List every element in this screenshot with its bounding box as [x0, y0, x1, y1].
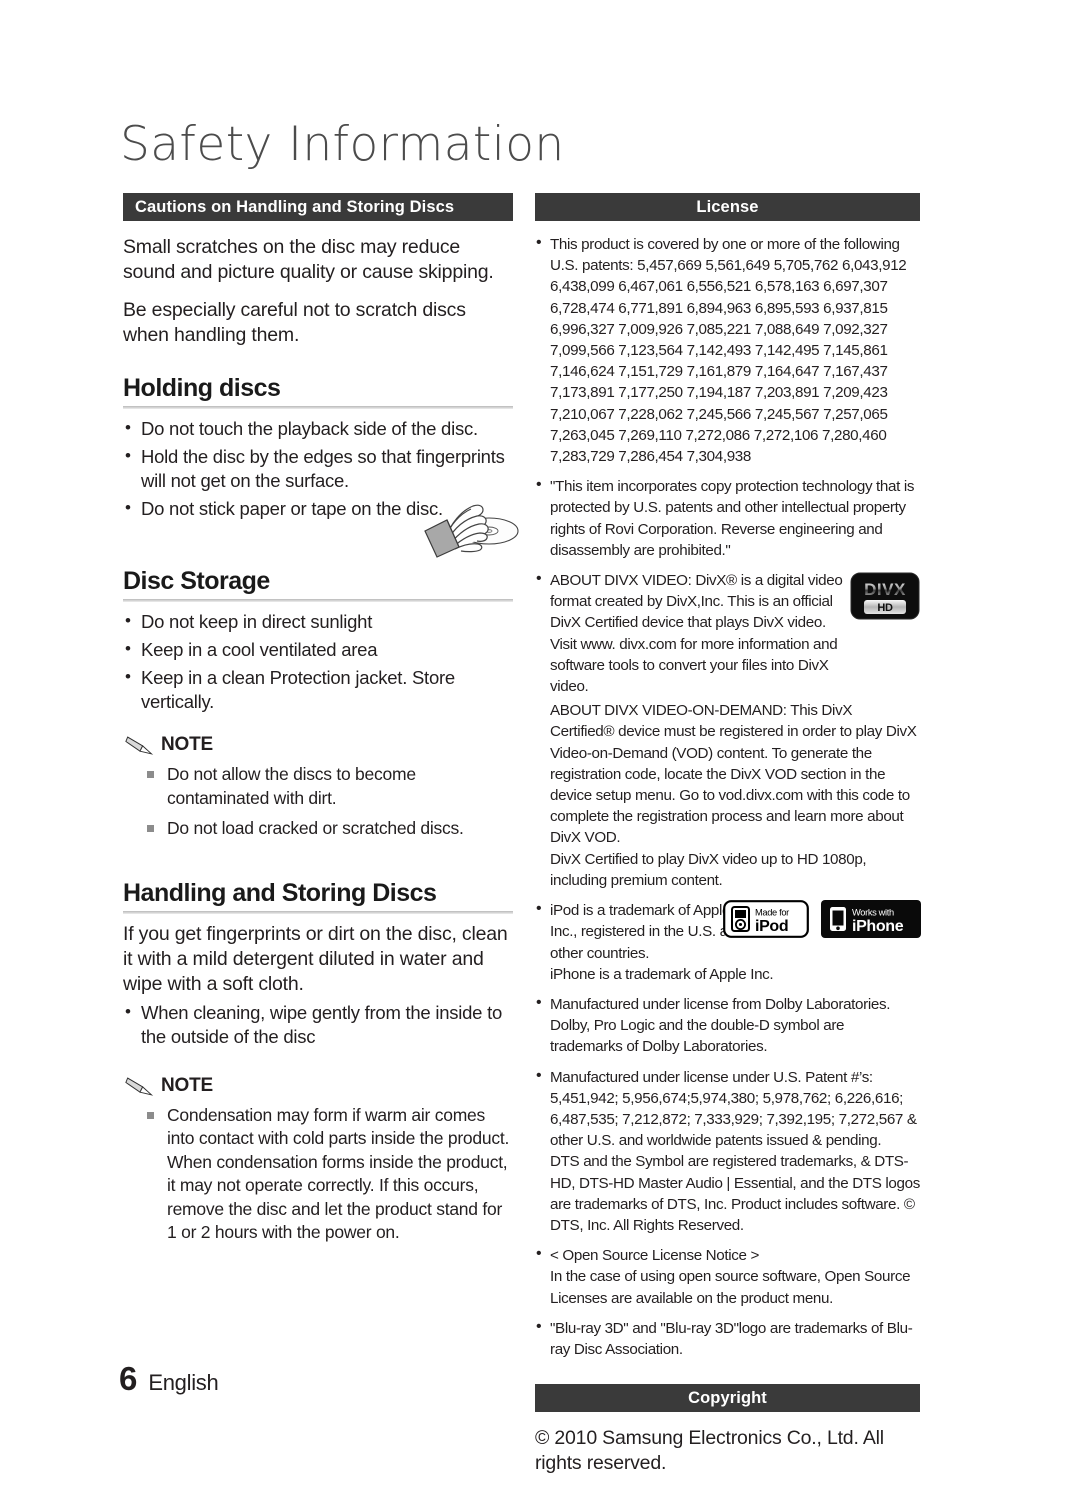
list-item: Keep in a clean Protection jacket. Store…: [123, 665, 513, 714]
divx-certified-text: DivX Certified to play DivX video up to …: [550, 850, 867, 889]
storage-notes-list: Do not allow the discs to become contami…: [123, 763, 513, 841]
svg-text:iPod: iPod: [755, 918, 788, 935]
list-item: When cleaning, wipe gently from the insi…: [123, 1000, 513, 1049]
list-item: Hold the disc by the edges so that finge…: [123, 444, 513, 493]
open-source-body: In the case of using open source softwar…: [550, 1268, 911, 1307]
heading-divider: [123, 910, 513, 914]
open-source-title: < Open Source License Notice >: [550, 1247, 760, 1265]
hand-holding-disc-illustration: [417, 489, 527, 561]
list-item: Keep in a cool ventilated area: [123, 637, 513, 662]
handling-notes-list: Condensation may form if warm air comes …: [123, 1104, 513, 1245]
license-item-apple: iPod is a trademark of Apple Inc., regis…: [535, 898, 921, 985]
pencil-icon: [125, 1075, 155, 1097]
heading-handling-storing: Handling and Storing Discs: [123, 878, 437, 907]
note-header: NOTE: [125, 734, 513, 756]
note-label: NOTE: [161, 1074, 213, 1096]
svg-text:HD: HD: [877, 602, 893, 614]
pencil-icon: [125, 734, 155, 756]
page-footer: 6 English: [119, 1360, 219, 1398]
license-item-patents: This product is covered by one or more o…: [535, 232, 920, 467]
license-item-open-source: < Open Source License Notice > In the ca…: [535, 1243, 920, 1309]
page-number: 6: [119, 1360, 137, 1397]
heading-divider: [123, 599, 513, 602]
disc-storage-list: Do not keep in direct sunlight Keep in a…: [123, 609, 513, 714]
list-item: Do not keep in direct sunlight: [123, 609, 513, 634]
svg-text:iPhone: iPhone: [852, 918, 904, 935]
note-header: NOTE: [125, 1075, 513, 1097]
works-with-iphone-badge: Works with iPhone: [821, 900, 921, 944]
note-item: Condensation may form if warm air comes …: [145, 1104, 513, 1245]
divx-video-text: ABOUT DIVX VIDEO: DivX® is a digital vid…: [550, 572, 843, 696]
left-column: Cautions on Handling and Storing Discs S…: [123, 193, 513, 1245]
license-item-rovi: "This item incorporates copy protection …: [535, 474, 920, 561]
note-item: Do not allow the discs to become contami…: [145, 763, 513, 810]
section-header-license: License: [535, 193, 920, 221]
license-item-divx: ABOUT DIVX VIDEO: DivX® is a digital vid…: [535, 568, 920, 891]
apple-badges: Made for iPod Works with iPhone: [723, 900, 921, 944]
heading-holding-discs: Holding discs: [123, 374, 281, 402]
patent-numbers: 5,457,669 5,561,649 5,705,762 6,043,912 …: [550, 257, 907, 466]
divx-vod-text: ABOUT DIVX VIDEO-ON-DEMAND: This DivX Ce…: [550, 702, 917, 847]
iphone-trademark-text: iPhone is a trademark of Apple Inc.: [550, 965, 774, 983]
right-column: License This product is covered by one o…: [535, 193, 921, 1496]
intro-paragraph-2: Be especially careful not to scratch dis…: [123, 299, 466, 346]
ipod-trademark-text: iPod is a trademark of Apple Inc., regis…: [550, 902, 744, 962]
divx-hd-logo: DIVX HD: [850, 572, 920, 626]
page-title: Safety Information: [120, 117, 565, 172]
svg-text:Made for: Made for: [755, 908, 789, 918]
intro-paragraph-1: Small scratches on the disc may reduce s…: [123, 236, 494, 283]
note-label: NOTE: [161, 734, 213, 755]
handling-paragraph: If you get fingerprints or dirt on the d…: [123, 922, 508, 995]
handling-list: When cleaning, wipe gently from the insi…: [123, 1000, 513, 1049]
note-item: Do not load cracked or scratched discs.: [145, 817, 513, 841]
dts-trademarks-text: DTS and the Symbol are registered tradem…: [550, 1153, 920, 1234]
copyright-section: Copyright © 2010 Samsung Electronics Co.…: [535, 1384, 920, 1476]
list-item: Do not touch the playback side of the di…: [123, 416, 513, 441]
license-item-dts: Manufactured under license under U.S. Pa…: [535, 1065, 920, 1237]
dts-patents-text: Manufactured under license under U.S. Pa…: [550, 1068, 917, 1150]
license-body: This product is covered by one or more o…: [535, 232, 921, 1360]
svg-text:Works with: Works with: [852, 908, 894, 918]
heading-disc-storage: Disc Storage: [123, 567, 270, 595]
section-header-copyright: Copyright: [535, 1384, 920, 1413]
license-item-bluray: "Blu-ray 3D" and "Blu-ray 3D"logo are tr…: [535, 1316, 920, 1360]
made-for-ipod-badge: Made for iPod: [723, 900, 809, 944]
section-header-cautions: Cautions on Handling and Storing Discs: [123, 193, 513, 221]
license-item-dolby: Manufactured under license from Dolby La…: [535, 992, 920, 1058]
page-language: English: [148, 1370, 219, 1395]
manual-page: Safety Information Cautions on Handling …: [0, 0, 1080, 1479]
copyright-text: © 2010 Samsung Electronics Co., Ltd. All…: [535, 1427, 884, 1475]
svg-text:DIVX: DIVX: [864, 580, 906, 599]
license-list: This product is covered by one or more o…: [535, 232, 921, 1360]
heading-divider: [123, 406, 513, 409]
